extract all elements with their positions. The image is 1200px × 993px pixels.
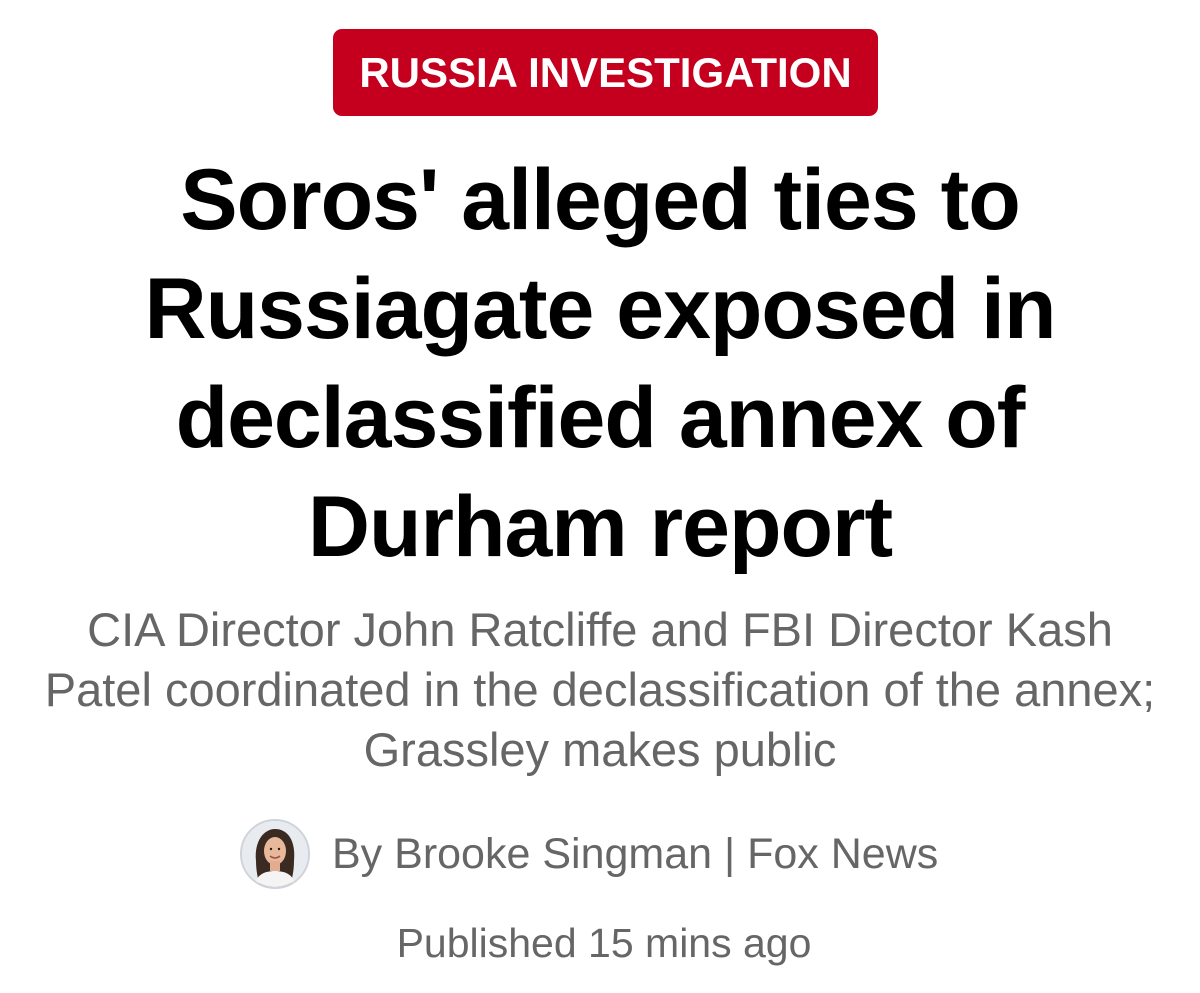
byline: By Brooke Singman | Fox News — [240, 819, 938, 889]
author-link[interactable]: Brooke Singman — [394, 830, 712, 878]
byline-outlet: Fox News — [747, 829, 939, 878]
author-photo-icon — [242, 821, 308, 887]
category-label: RUSSIA INVESTIGATION — [359, 48, 852, 96]
subheadline: CIA Director John Ratcliffe and FBI Dire… — [44, 603, 1156, 776]
published-timestamp: Published 15 mins ago — [396, 920, 812, 966]
article-header: RUSSIA INVESTIGATION Soros' alleged ties… — [0, 0, 1200, 993]
byline-text: By Brooke Singman | Fox News — [332, 830, 938, 879]
byline-prefix: By — [332, 829, 383, 878]
author-avatar[interactable] — [240, 819, 310, 889]
byline-separator: | — [724, 829, 736, 878]
headline: Soros' alleged ties to Russiagate expose… — [144, 152, 1057, 575]
category-badge[interactable]: RUSSIA INVESTIGATION — [333, 29, 878, 116]
